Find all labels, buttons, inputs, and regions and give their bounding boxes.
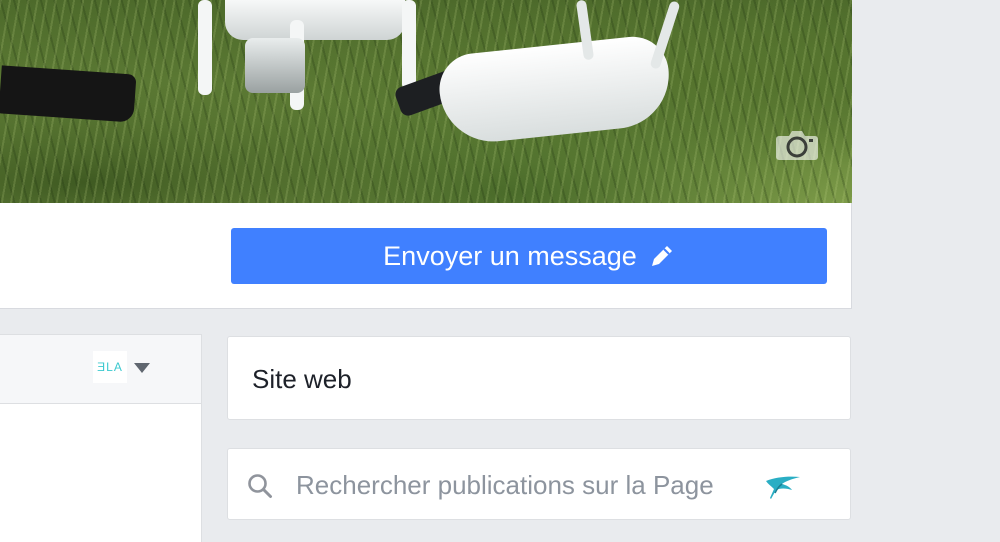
feed-panel: ƎLA <box>0 334 202 542</box>
cover-drone-gimbal <box>245 38 305 93</box>
feed-panel-header: ƎLA <box>0 335 201 404</box>
cover-drone-leg <box>402 0 416 90</box>
brand-logo-text: ƎLA <box>97 360 123 374</box>
search-icon <box>248 474 272 498</box>
page-action-bar: Envoyer un message <box>0 203 852 309</box>
camera-icon[interactable] <box>775 128 819 162</box>
website-label[interactable]: Site web <box>252 364 352 395</box>
cover-drone-leg <box>198 0 212 95</box>
website-card[interactable]: Site web <box>227 336 851 420</box>
caret-down-icon[interactable] <box>133 362 151 374</box>
cover-photo[interactable] <box>0 0 852 203</box>
cover-drone-body <box>225 0 405 40</box>
cover-black-strap <box>0 65 137 123</box>
send-message-label: Envoyer un message <box>383 240 637 271</box>
page-search-card <box>227 448 851 520</box>
search-posts-input[interactable] <box>296 467 756 503</box>
brand-logo[interactable]: ƎLA <box>93 351 127 383</box>
send-message-button[interactable]: Envoyer un message <box>231 228 827 284</box>
pencil-icon <box>651 246 672 266</box>
bird-logo-icon <box>766 476 800 499</box>
